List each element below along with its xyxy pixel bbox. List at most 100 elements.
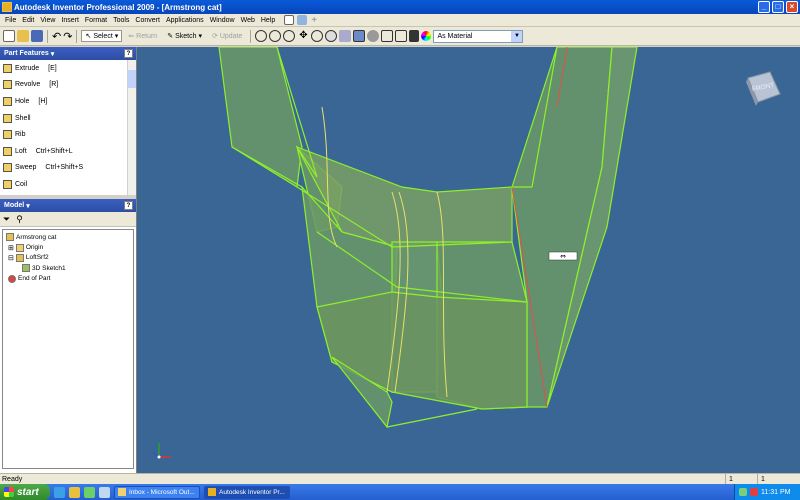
coordinate-triad (152, 443, 171, 459)
extrude-icon (3, 63, 12, 73)
shaded-display-icon[interactable] (353, 30, 366, 42)
return-button[interactable]: ⇐ Return (124, 30, 161, 42)
expand-minus-icon[interactable]: ⊟ (8, 254, 14, 262)
feature-hole[interactable]: Hole [H] (0, 93, 136, 110)
inventor-icon (208, 488, 216, 496)
feature-loft[interactable]: Loft Ctrl+Shift+L (0, 143, 136, 160)
features-scrollbar[interactable] (127, 60, 136, 195)
expand-plus-icon[interactable]: ⊞ (8, 244, 14, 252)
update-label: Update (219, 32, 243, 40)
maximize-button[interactable]: □ (772, 1, 784, 13)
menu-view[interactable]: View (37, 17, 58, 24)
status-bar: Ready 1 1 (0, 473, 800, 485)
start-button[interactable]: start (0, 484, 50, 500)
feature-coil[interactable]: Coil (0, 176, 136, 193)
feature-rib[interactable]: Rib (0, 126, 136, 143)
sketch-button[interactable]: ✎ Sketch ▾ (163, 30, 206, 42)
zoom-window-icon[interactable] (269, 30, 282, 42)
tree-label: LoftSrf2 (25, 254, 49, 262)
menu-window[interactable]: Window (207, 17, 238, 24)
toolbar-separator (250, 29, 252, 43)
scrollbar-thumb[interactable] (128, 70, 136, 88)
menu-file[interactable]: File (2, 17, 19, 24)
undo-icon[interactable]: ↶ (52, 30, 61, 43)
part-features-header[interactable]: Part Features ▾ ? (0, 47, 136, 60)
pan-icon[interactable]: ✥ (297, 30, 309, 42)
menu-web[interactable]: Web (238, 17, 258, 24)
sketch-3d-icon (22, 264, 30, 273)
security-tray-icon[interactable] (750, 488, 758, 496)
network-tray-icon[interactable] (739, 488, 747, 496)
part-icon (6, 233, 14, 242)
close-button[interactable]: × (786, 1, 798, 13)
coil-icon (3, 179, 12, 189)
menu-format[interactable]: Format (82, 17, 110, 24)
shell-icon (3, 113, 12, 123)
feature-shortcut: [R] (49, 81, 59, 89)
return-icon: ⇐ (128, 33, 135, 40)
help-icon[interactable]: ? (124, 201, 133, 210)
color-wheel-icon[interactable] (421, 31, 432, 41)
feature-extrude[interactable]: Extrude [E] (0, 60, 136, 77)
look-at-icon[interactable] (339, 30, 352, 42)
surface-face (218, 47, 303, 188)
inventor-app-icon (2, 2, 12, 12)
orbit-icon[interactable] (325, 30, 338, 42)
minimize-button[interactable]: _ (758, 1, 770, 13)
clock[interactable]: 11:31 PM (761, 489, 790, 496)
open-file-icon[interactable] (17, 30, 29, 42)
filter-icon[interactable]: ⏷ (3, 214, 10, 225)
feature-sweep[interactable]: Sweep Ctrl+Shift+S (0, 160, 136, 177)
redo-icon[interactable]: ↷ (63, 30, 72, 43)
menu-edit[interactable]: Edit (19, 17, 37, 24)
svg-text:⇔: ⇔ (560, 253, 566, 261)
tree-label: End of Part (18, 275, 51, 283)
feature-shell[interactable]: Shell (0, 110, 136, 127)
window-controls: _ □ × (758, 1, 798, 13)
tree-node-3dsketch[interactable]: 3D Sketch1 (6, 263, 130, 273)
task-inventor[interactable]: Autodesk Inventor Pr... (204, 485, 290, 499)
menu-convert[interactable]: Convert (132, 17, 163, 24)
tree-node-end-of-part[interactable]: End of Part (6, 274, 130, 284)
material-select[interactable]: As Material ▼ (433, 29, 524, 43)
find-binoculars-icon[interactable]: ⚲ (16, 214, 23, 225)
chevron-down-icon: ▾ (26, 202, 30, 210)
feature-revolve[interactable]: Revolve [R] (0, 77, 136, 94)
update-button[interactable]: ⟳ Update (208, 30, 246, 42)
camera-view-icon[interactable] (381, 30, 394, 42)
explorer-quicklaunch-icon[interactable] (84, 486, 95, 498)
tree-node-origin[interactable]: ⊞ Origin (6, 242, 130, 252)
zoom-icon[interactable] (283, 30, 296, 42)
comm-center-icon[interactable] (297, 15, 308, 25)
task-outlook[interactable]: Inbox - Microsoft Out... (114, 485, 200, 499)
zoom-selected-icon[interactable] (311, 30, 324, 42)
task-label: Inbox - Microsoft Out... (129, 488, 195, 496)
tree-node-loftsrf[interactable]: ⊟ LoftSrf2 (6, 253, 130, 263)
analysis-icon[interactable] (409, 30, 420, 42)
menu-insert[interactable]: Insert (58, 17, 82, 24)
model-header[interactable]: Model ▾ ? (0, 199, 136, 212)
browser-quicklaunch-icon[interactable] (54, 486, 65, 498)
shadow-icon[interactable] (367, 30, 380, 42)
task-label: Autodesk Inventor Pr... (219, 488, 285, 496)
rib-icon (3, 130, 12, 140)
select-dropdown[interactable]: ↖ Select ▾ (81, 30, 123, 42)
help-icon[interactable]: ? (124, 49, 133, 58)
menu-tools[interactable]: Tools (110, 17, 132, 24)
outlook-quicklaunch-icon[interactable] (69, 486, 80, 498)
viewcube[interactable]: FRONT (742, 68, 782, 110)
new-file-icon[interactable] (3, 30, 15, 42)
section-view-icon[interactable] (395, 30, 408, 42)
desktop-quicklaunch-icon[interactable] (99, 486, 110, 498)
graphics-viewport[interactable]: ⇔ FRONT (137, 47, 800, 473)
part-features-list: Extrude [E] Revolve [R] Hole [H] Shell Rib … (0, 60, 136, 195)
tree-node-part[interactable]: Armstrong cat (6, 232, 130, 242)
zoom-all-icon[interactable] (255, 30, 268, 42)
save-icon[interactable] (31, 30, 43, 42)
menu-help[interactable]: Help (258, 17, 278, 24)
help-topics-icon[interactable] (284, 15, 295, 25)
status-text: Ready (2, 475, 23, 483)
menu-bar: File Edit View Insert Format Tools Conve… (0, 14, 800, 27)
add-command-icon[interactable]: + (311, 15, 317, 26)
menu-applications[interactable]: Applications (163, 17, 207, 24)
